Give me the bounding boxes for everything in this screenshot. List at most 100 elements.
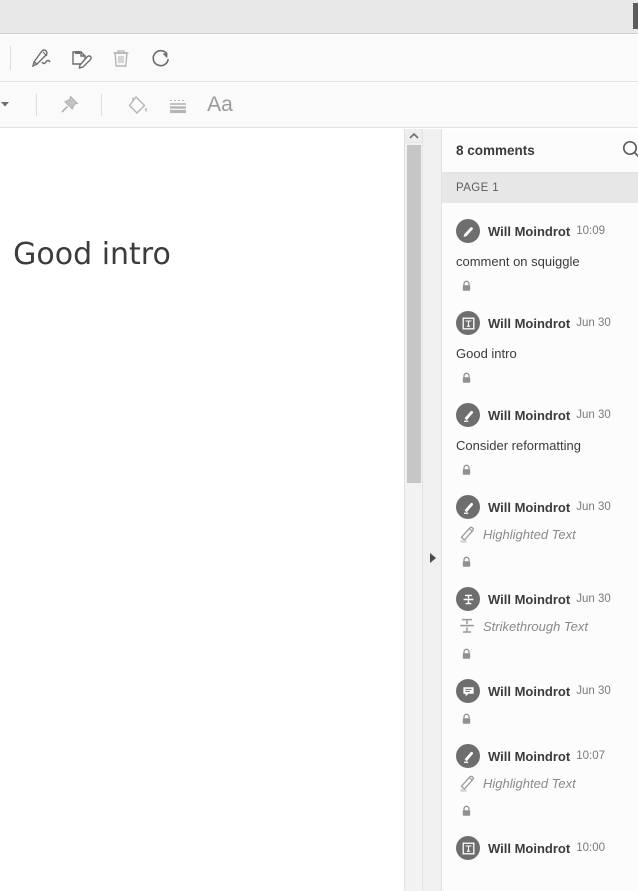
comment-author: Will Moindrot	[488, 591, 571, 607]
collapse-comments-panel[interactable]	[423, 549, 443, 571]
comments-count-label: 8 comments	[456, 143, 535, 158]
page-group-label: PAGE 1	[456, 182, 500, 194]
document-viewport[interactable]: Good intro Week Tonight with s), expensi…	[0, 129, 404, 891]
comment-item[interactable]: Will Moindrot 10:07 Highlighted Text	[442, 728, 638, 820]
text-format-tool[interactable]: Aa	[198, 85, 242, 125]
pdf-annotation-window: Aa Good intro Week Tonight with s), expe…	[0, 0, 638, 891]
highlighter-icon	[456, 744, 480, 768]
comment-author: Will Moindrot	[488, 499, 571, 515]
comment-item[interactable]: Will Moindrot Jun 30 Good intro	[442, 295, 638, 387]
paragraph-1: Week Tonight with s), expensive	[0, 325, 404, 395]
scroll-up-button[interactable]	[405, 129, 423, 143]
dropdown-caret[interactable]	[0, 85, 14, 125]
window-resize-handle[interactable]	[633, 3, 638, 29]
delete-tool[interactable]	[101, 38, 141, 78]
comment-timestamp: 10:00	[576, 842, 605, 854]
chevron-up-icon	[409, 127, 419, 145]
annotation-toolbar-row-2: Aa	[0, 83, 638, 128]
annotation-summary-row: Highlighted Text	[456, 522, 624, 546]
stamp-edit-icon	[68, 45, 94, 71]
text-box-icon	[456, 836, 480, 860]
toolbar-divider	[10, 46, 11, 70]
lock-icon[interactable]	[456, 555, 624, 571]
panel-divider	[422, 129, 442, 891]
line-style-tool[interactable]	[158, 85, 198, 125]
stamp-edit-tool[interactable]	[61, 38, 101, 78]
comment-header: Will Moindrot Jun 30	[456, 403, 624, 427]
fill-color-tool[interactable]	[118, 85, 158, 125]
annotation-summary-row: Strikethrough Text	[456, 614, 624, 638]
comment-timestamp: Jun 30	[576, 501, 611, 513]
comment-list: Will Moindrot 10:09 comment on squiggle Wil…	[442, 203, 638, 860]
toolbar-divider	[101, 94, 102, 116]
lock-icon[interactable]	[456, 279, 624, 295]
comment-header: Will Moindrot Jun 30	[456, 679, 624, 703]
trash-icon	[108, 45, 134, 71]
comment-header: Will Moindrot Jun 30	[456, 495, 624, 519]
comment-author: Will Moindrot	[488, 407, 571, 423]
comment-author: Will Moindrot	[488, 840, 571, 856]
comment-header: Will Moindrot Jun 30	[456, 587, 624, 611]
comment-header: Will Moindrot 10:09	[456, 219, 624, 243]
annotation-toolbar-row-1	[0, 35, 638, 82]
pin-tool[interactable]	[49, 85, 89, 125]
highlighter-icon	[456, 495, 480, 519]
comment-timestamp: Jun 30	[576, 685, 611, 697]
page-group-header: PAGE 1	[442, 173, 638, 203]
speech-bubble-icon	[456, 679, 480, 703]
text-format-label: Aa	[207, 93, 233, 116]
lock-icon[interactable]	[456, 804, 624, 820]
comment-body-text: comment on squiggle	[456, 254, 580, 269]
comments-header: 8 comments	[442, 129, 638, 173]
comment-author: Will Moindrot	[488, 315, 571, 331]
comment-author: Will Moindrot	[488, 683, 571, 699]
document-page: Good intro Week Tonight with s), expensi…	[0, 129, 404, 891]
signature-pen-icon	[28, 45, 54, 71]
comment-author: Will Moindrot	[488, 748, 571, 764]
vertical-scroll-thumb[interactable]	[407, 145, 421, 483]
lock-icon[interactable]	[456, 463, 624, 479]
comment-item[interactable]: Will Moindrot Jun 30 Strikethrough Text	[442, 571, 638, 663]
rotate-icon	[148, 45, 174, 71]
comment-item[interactable]: Will Moindrot 10:09 comment on squiggle	[442, 203, 638, 295]
pin-icon	[56, 92, 82, 118]
squiggle-pen-icon	[456, 219, 480, 243]
comment-item[interactable]: Will Moindrot 10:00	[442, 820, 638, 860]
text-box-icon	[456, 311, 480, 335]
annotation-type-label: Highlighted Text	[483, 775, 576, 791]
paragraph-2: y; the lawsuit isode that e payable to "…	[0, 425, 404, 705]
comment-timestamp: Jun 30	[576, 317, 611, 329]
comment-header: Will Moindrot 10:07	[456, 744, 624, 768]
strikethrough-icon	[456, 615, 478, 637]
comment-body-text: Good intro	[456, 346, 517, 361]
comment-timestamp: 10:09	[576, 225, 605, 237]
comment-item[interactable]: Will Moindrot Jun 30 Consider reformatting	[442, 387, 638, 479]
comment-timestamp: 10:07	[576, 750, 605, 762]
comment-timestamp: Jun 30	[576, 593, 611, 605]
comment-body-text: Consider reformatting	[456, 438, 581, 453]
lock-icon[interactable]	[456, 647, 624, 663]
search-icon	[621, 139, 638, 164]
signature-tool[interactable]	[21, 38, 61, 78]
rotate-tool[interactable]	[141, 38, 181, 78]
highlighter-icon	[456, 523, 478, 545]
annotation-type-label: Highlighted Text	[483, 526, 576, 542]
paint-bucket-icon	[125, 92, 151, 118]
annotation-summary-row: Highlighted Text	[456, 771, 624, 795]
comment-item[interactable]: Will Moindrot Jun 30 Highlighted Text	[442, 479, 638, 571]
comments-panel: 8 comments PAGE 1 Will Moindrot 10:09 comm…	[442, 129, 638, 891]
annotation-type-label: Strikethrough Text	[483, 618, 589, 634]
lock-icon[interactable]	[456, 371, 624, 387]
comment-item[interactable]: Will Moindrot Jun 30	[442, 663, 638, 728]
comment-timestamp: Jun 30	[576, 409, 611, 421]
lock-icon[interactable]	[456, 712, 624, 728]
chevron-down-icon	[0, 96, 10, 114]
highlighter-icon	[456, 403, 480, 427]
comment-header: Will Moindrot 10:00	[456, 836, 624, 860]
comment-header: Will Moindrot Jun 30	[456, 311, 624, 335]
search-comments-button[interactable]	[620, 140, 638, 162]
document-vertical-scrollbar[interactable]	[404, 129, 423, 891]
line-style-icon	[165, 92, 191, 118]
page-title: Good intro	[13, 237, 171, 272]
window-top-bar	[0, 0, 638, 34]
